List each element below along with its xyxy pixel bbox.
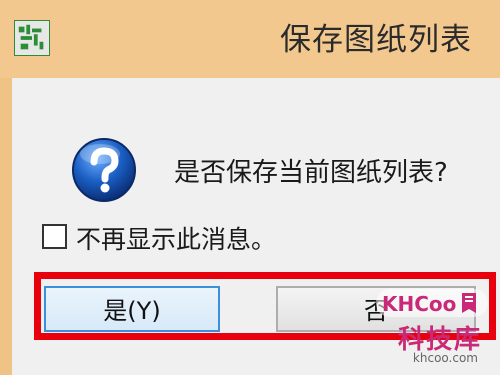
- yes-button[interactable]: 是(Y): [44, 286, 220, 332]
- title-bar[interactable]: 保存图纸列表: [0, 0, 500, 78]
- watermark-logo: KHCoo: [376, 285, 488, 321]
- svg-text:KHCoo: KHCoo: [382, 292, 456, 316]
- dont-show-again-label[interactable]: 不再显示此消息。: [76, 220, 276, 256]
- dont-show-again-checkbox[interactable]: [42, 224, 67, 249]
- dialog-message: 是否保存当前图纸列表?: [174, 158, 448, 188]
- dialog-window: 保存图纸列表 是否保存当前图纸列表? 不再显示此消息。 是(Y) 否 KHCoo…: [0, 0, 500, 375]
- question-icon: [70, 136, 138, 204]
- dialog-client-area: 是否保存当前图纸列表? 不再显示此消息。 是(Y) 否 KHCoo 科技库 kh…: [12, 78, 500, 375]
- watermark: KHCoo 科技库 khcoo.com: [376, 285, 488, 367]
- watermark-url: khcoo.com: [412, 351, 478, 365]
- app-icon: [14, 20, 50, 56]
- window-title: 保存图纸列表: [280, 22, 472, 58]
